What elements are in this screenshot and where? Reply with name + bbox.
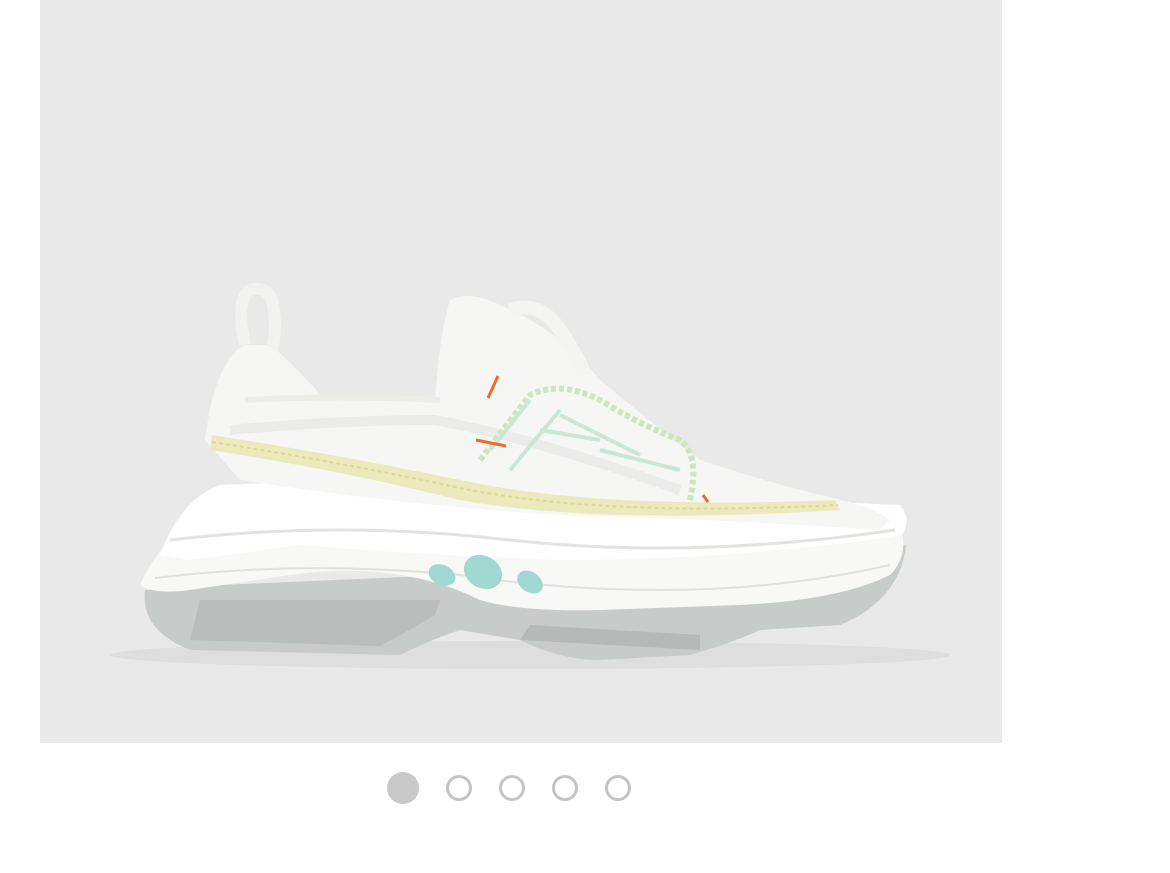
product-image-carousel[interactable] — [0, 0, 1170, 873]
carousel-dot-4[interactable] — [552, 775, 578, 801]
sneaker-image — [110, 282, 950, 669]
carousel-dot-2[interactable] — [446, 775, 472, 801]
carousel-dot-5[interactable] — [605, 775, 631, 801]
carousel-dot-3[interactable] — [499, 775, 525, 801]
product-image-slide[interactable] — [40, 0, 1002, 743]
carousel-pagination — [387, 772, 631, 804]
carousel-dot-1[interactable] — [387, 772, 419, 804]
